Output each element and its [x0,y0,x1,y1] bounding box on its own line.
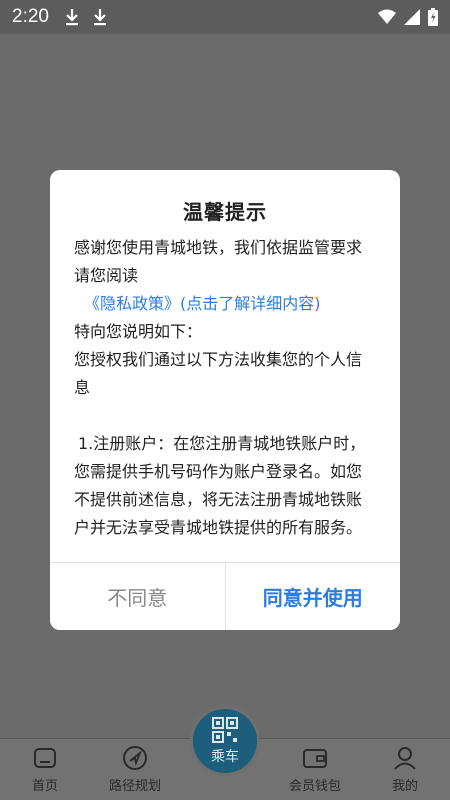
dialog-collect: 您授权我们通过以下方法收集您的个人信息 [74,350,363,397]
signal-icon [404,9,420,25]
navigation-icon [123,746,147,770]
tab-mine-label: 我的 [391,779,418,794]
tab-home-label: 首页 [31,779,58,794]
tab-mine[interactable]: 我的 [360,739,450,800]
wifi-icon [378,9,396,24]
tab-home[interactable]: 首页 [0,739,90,800]
qr-code-icon [212,717,238,743]
agree-button[interactable]: 同意并使用 [225,563,400,630]
status-time: 2:20 [12,6,49,27]
ride-button-label: 乘车 [211,749,239,765]
status-icons [378,8,438,26]
tab-route[interactable]: 路径规划 [90,739,180,800]
tab-wallet[interactable]: 会员钱包 [270,739,360,800]
download-icon-2 [93,9,106,26]
tab-route-label: 路径规划 [108,779,161,794]
dialog-buttons: 不同意 同意并使用 [50,562,400,630]
dialog-item-1: 1.注册账户：在您注册青城地铁账户时，您需提供手机号码作为账户登录名。如您不提供… [74,434,366,537]
disagree-button[interactable]: 不同意 [50,563,226,630]
user-icon [394,747,416,770]
dialog-explain: 特向您说明如下： [74,322,203,341]
dialog-intro: 感谢您使用青城地铁，我们依据监管要求请您阅读 [74,238,363,285]
dialog-title: 温馨提示 [183,200,267,224]
home-icon [34,748,56,768]
privacy-dialog: 温馨提示 感谢您使用青城地铁，我们依据监管要求请您阅读 《隐私政策》(点击了解详… [50,170,400,630]
tab-wallet-label: 会员钱包 [288,779,341,794]
battery-icon [428,8,438,26]
privacy-policy-link[interactable]: 《隐私政策》(点击了解详细内容) [84,294,321,313]
download-icon [65,9,78,26]
dialog-body: 感谢您使用青城地铁，我们依据监管要求请您阅读 《隐私政策》(点击了解详细内容) … [50,234,400,562]
status-bar: 2:20 [0,0,450,34]
wallet-icon [303,749,327,768]
ride-button[interactable]: 乘车 [190,706,260,776]
